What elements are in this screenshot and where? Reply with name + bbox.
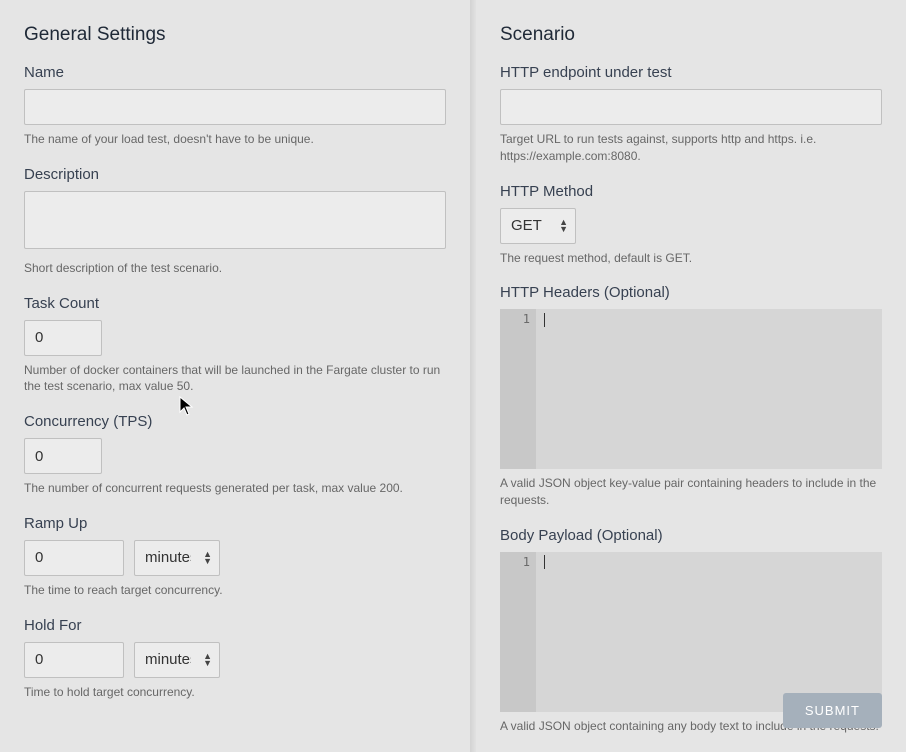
description-help: Short description of the test scenario. <box>24 260 446 277</box>
ramp-up-field: Ramp Up minutes The time to reach target… <box>24 515 446 599</box>
headers-editor[interactable]: 1 <box>500 309 882 469</box>
ramp-up-label: Ramp Up <box>24 515 446 532</box>
scenario-panel: Scenario HTTP endpoint under test Target… <box>476 0 906 752</box>
hold-for-input[interactable] <box>24 642 124 678</box>
description-field: Description Short description of the tes… <box>24 166 446 277</box>
task-count-input[interactable] <box>24 320 102 356</box>
body-content[interactable] <box>536 552 882 712</box>
method-help: The request method, default is GET. <box>500 250 882 267</box>
hold-for-unit-select[interactable]: minutes <box>134 642 220 678</box>
concurrency-help: The number of concurrent requests genera… <box>24 480 446 497</box>
headers-content[interactable] <box>536 309 882 469</box>
endpoint-input[interactable] <box>500 89 882 125</box>
ramp-up-unit-select[interactable]: minutes <box>134 540 220 576</box>
http-method-select[interactable]: GET <box>500 208 576 244</box>
general-settings-panel: General Settings Name The name of your l… <box>0 0 470 752</box>
submit-button[interactable]: SUBMIT <box>783 693 882 728</box>
hold-for-field: Hold For minutes Time to hold target con… <box>24 617 446 701</box>
name-label: Name <box>24 64 446 81</box>
concurrency-label: Concurrency (TPS) <box>24 413 446 430</box>
body-editor[interactable]: 1 <box>500 552 882 712</box>
body-gutter: 1 <box>500 552 536 712</box>
general-settings-title: General Settings <box>24 24 446 46</box>
scenario-title: Scenario <box>500 24 882 46</box>
hold-for-help: Time to hold target concurrency. <box>24 684 446 701</box>
ramp-up-help: The time to reach target concurrency. <box>24 582 446 599</box>
concurrency-field: Concurrency (TPS) The number of concurre… <box>24 413 446 497</box>
method-field: HTTP Method GET The request method, defa… <box>500 183 882 267</box>
task-count-field: Task Count Number of docker containers t… <box>24 295 446 396</box>
method-label: HTTP Method <box>500 183 882 200</box>
endpoint-field: HTTP endpoint under test Target URL to r… <box>500 64 882 165</box>
description-input[interactable] <box>24 191 446 249</box>
task-count-help: Number of docker containers that will be… <box>24 362 446 396</box>
name-help: The name of your load test, doesn't have… <box>24 131 446 148</box>
headers-gutter: 1 <box>500 309 536 469</box>
name-input[interactable] <box>24 89 446 125</box>
task-count-label: Task Count <box>24 295 446 312</box>
headers-label: HTTP Headers (Optional) <box>500 284 882 301</box>
headers-help: A valid JSON object key-value pair conta… <box>500 475 882 509</box>
body-label: Body Payload (Optional) <box>500 527 882 544</box>
concurrency-input[interactable] <box>24 438 102 474</box>
hold-for-label: Hold For <box>24 617 446 634</box>
name-field: Name The name of your load test, doesn't… <box>24 64 446 148</box>
headers-field: HTTP Headers (Optional) 1 A valid JSON o… <box>500 284 882 509</box>
endpoint-label: HTTP endpoint under test <box>500 64 882 81</box>
line-number: 1 <box>506 555 530 569</box>
line-number: 1 <box>506 312 530 326</box>
endpoint-help: Target URL to run tests against, support… <box>500 131 882 165</box>
description-label: Description <box>24 166 446 183</box>
ramp-up-input[interactable] <box>24 540 124 576</box>
